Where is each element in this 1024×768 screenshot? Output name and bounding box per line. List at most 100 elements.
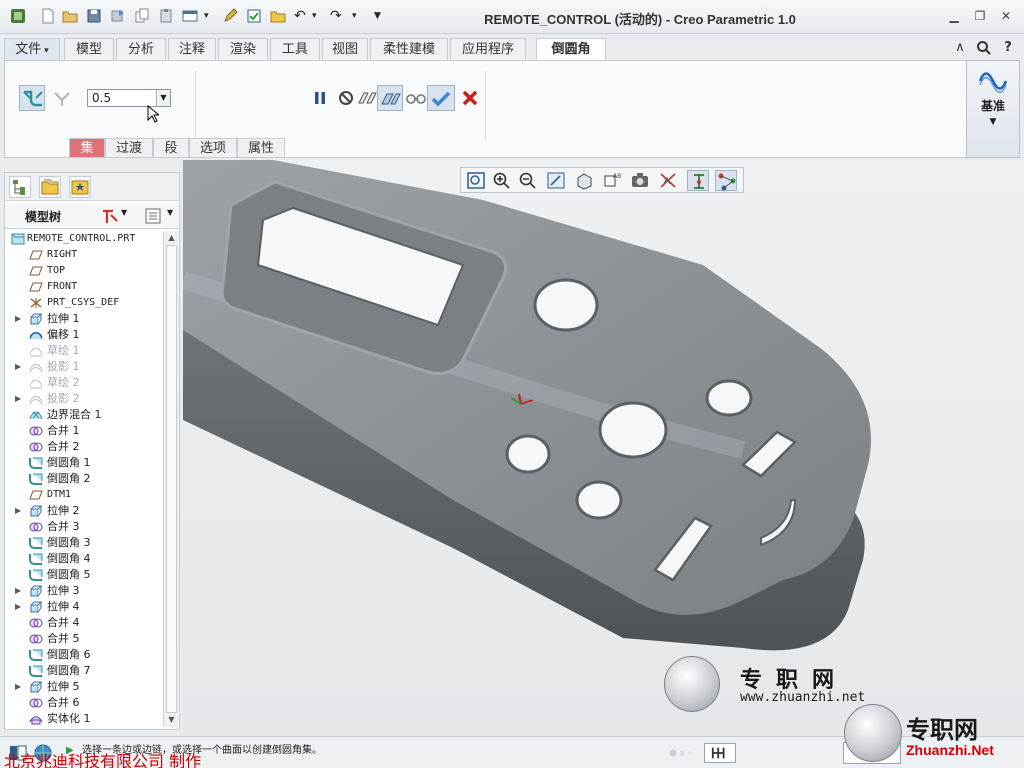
model-tree-item[interactable]: ▶ 拉伸 1 [5, 311, 163, 327]
tab-tools[interactable]: 工具 [270, 38, 320, 60]
expand-arrow-icon[interactable]: ▶ [15, 682, 23, 692]
scroll-thumb[interactable] [166, 245, 177, 713]
radius-dropdown-icon[interactable]: ▼ [156, 90, 170, 106]
remote-control-model[interactable] [183, 160, 1024, 736]
subtab-properties[interactable]: 属性 [237, 138, 285, 158]
saved-orientations-icon[interactable]: AB [601, 170, 623, 191]
pause-icon[interactable] [307, 85, 333, 111]
tab-flexible-modeling[interactable]: 柔性建模 [370, 38, 448, 60]
subtab-options[interactable]: 选项 [189, 138, 237, 158]
radius-value[interactable]: 0.5 [92, 91, 111, 105]
model-tree-item[interactable]: 合并 3 [5, 519, 163, 535]
model-tree-item[interactable]: 草绘 2 [5, 375, 163, 391]
collapse-ribbon-icon[interactable]: ∧ [952, 40, 968, 56]
model-tree-item[interactable]: 实体化 1 [5, 711, 163, 727]
datum-display-filters-icon[interactable] [657, 170, 679, 191]
tree-columns-icon[interactable] [143, 206, 163, 226]
model-tree-item[interactable]: 倒圆角 5 [5, 567, 163, 583]
cancel-x-icon[interactable] [457, 85, 483, 111]
search-icon[interactable] [976, 40, 992, 56]
model-tree-item[interactable]: ▶ 拉伸 4 [5, 599, 163, 615]
open-file-icon[interactable] [62, 8, 78, 24]
repaint-icon[interactable] [545, 170, 567, 191]
model-tree-item[interactable]: DTM1 [5, 487, 163, 503]
verify-glasses-icon[interactable] [403, 85, 429, 111]
folder-icon[interactable] [270, 8, 286, 24]
model-tree-item[interactable]: ▶ 投影 2 [5, 391, 163, 407]
tab-file[interactable]: 文件 ▾ [4, 38, 60, 60]
save-icon[interactable] [86, 8, 102, 24]
model-tree-item[interactable]: 合并 4 [5, 615, 163, 631]
model-tree-item[interactable]: ▶ 拉伸 5 [5, 679, 163, 695]
annotation-display-icon[interactable] [715, 170, 737, 191]
model-tree-tab-icon[interactable] [9, 176, 31, 198]
regenerate-icon[interactable] [110, 8, 126, 24]
model-tree-item[interactable]: 倒圆角 2 [5, 471, 163, 487]
zoom-in-icon[interactable] [491, 170, 513, 191]
undo-icon[interactable]: ↶ [294, 8, 310, 24]
model-tree-item[interactable]: ▶ 拉伸 3 [5, 583, 163, 599]
undo-dropdown-icon[interactable]: ▾ [312, 8, 328, 24]
model-tree-root[interactable]: REMOTE_CONTROL.PRT [5, 231, 163, 247]
datum-dropdown-icon[interactable]: ▼ [967, 117, 1019, 127]
model-tree-item[interactable]: FRONT [5, 279, 163, 295]
expand-arrow-icon[interactable]: ▶ [15, 506, 23, 516]
model-tree-item[interactable]: 偏移 1 [5, 327, 163, 343]
customize-toolbar-icon[interactable]: ▼ [374, 8, 390, 24]
scroll-down-icon[interactable]: ▼ [164, 713, 179, 727]
zoom-out-icon[interactable] [517, 170, 539, 191]
tab-analysis[interactable]: 分析 [116, 38, 166, 60]
tab-view[interactable]: 视图 [322, 38, 368, 60]
model-tree-item[interactable]: 倒圆角 6 [5, 647, 163, 663]
model-tree-item[interactable]: 倒圆角 4 [5, 551, 163, 567]
model-tree-item[interactable]: ▶ 投影 1 [5, 359, 163, 375]
tree-columns-dropdown-icon[interactable]: ▼ [167, 208, 173, 217]
spin-center-icon[interactable] [687, 170, 709, 191]
expand-arrow-icon[interactable]: ▶ [15, 314, 23, 324]
model-tree-item[interactable]: 合并 5 [5, 631, 163, 647]
subtab-transitions[interactable]: 过渡 [105, 138, 153, 158]
model-tree-item[interactable]: 倒圆角 1 [5, 455, 163, 471]
model-tree-item[interactable]: 合并 2 [5, 439, 163, 455]
attached-preview-icon[interactable] [377, 85, 403, 111]
restore-icon[interactable]: ❐ [972, 8, 988, 24]
confirm-check-icon[interactable] [427, 85, 455, 111]
model-tree-scrollbar[interactable]: ▲ ▼ [163, 231, 179, 727]
tree-settings-icon[interactable] [101, 207, 119, 225]
paste-icon[interactable] [158, 8, 174, 24]
app-logo-icon[interactable] [10, 8, 26, 24]
constant-round-icon[interactable] [19, 85, 45, 111]
folder-browser-tab-icon[interactable] [39, 176, 61, 198]
window-icon[interactable] [182, 8, 198, 24]
minimize-icon[interactable]: ▁ [946, 8, 962, 24]
edit-definition-icon[interactable] [222, 8, 238, 24]
datum-group[interactable]: 基准 ▼ [966, 60, 1020, 158]
regeneration-status-icon[interactable] [704, 743, 736, 763]
subtab-pieces[interactable]: 段 [153, 138, 189, 158]
model-tree-item[interactable]: ▶ 拉伸 2 [5, 503, 163, 519]
redo-icon[interactable]: ↷ [330, 8, 346, 24]
expand-arrow-icon[interactable]: ▶ [15, 602, 23, 612]
expand-arrow-icon[interactable]: ▶ [15, 362, 23, 372]
checklist-icon[interactable] [246, 8, 262, 24]
model-tree-item[interactable]: RIGHT [5, 247, 163, 263]
tab-render[interactable]: 渲染 [218, 38, 268, 60]
new-file-icon[interactable] [40, 8, 56, 24]
scroll-up-icon[interactable]: ▲ [164, 231, 179, 245]
close-icon[interactable]: ✕ [998, 8, 1014, 24]
full-round-icon[interactable] [49, 85, 75, 111]
model-tree-item[interactable]: PRT_CSYS_DEF [5, 295, 163, 311]
favorites-tab-icon[interactable] [69, 176, 91, 198]
window-dropdown-icon[interactable]: ▾ [204, 8, 220, 24]
refit-icon[interactable] [465, 170, 487, 191]
model-tree-item[interactable]: 倒圆角 3 [5, 535, 163, 551]
tab-applications[interactable]: 应用程序 [450, 38, 526, 60]
tab-model[interactable]: 模型 [64, 38, 114, 60]
tab-round[interactable]: 倒圆角 [536, 38, 606, 62]
display-style-icon[interactable] [573, 170, 595, 191]
expand-arrow-icon[interactable]: ▶ [15, 394, 23, 404]
subtab-sets[interactable]: 集 [69, 138, 105, 158]
model-tree-item[interactable]: 草绘 1 [5, 343, 163, 359]
model-tree-item[interactable]: 合并 6 [5, 695, 163, 711]
model-tree-item[interactable]: 合并 1 [5, 423, 163, 439]
